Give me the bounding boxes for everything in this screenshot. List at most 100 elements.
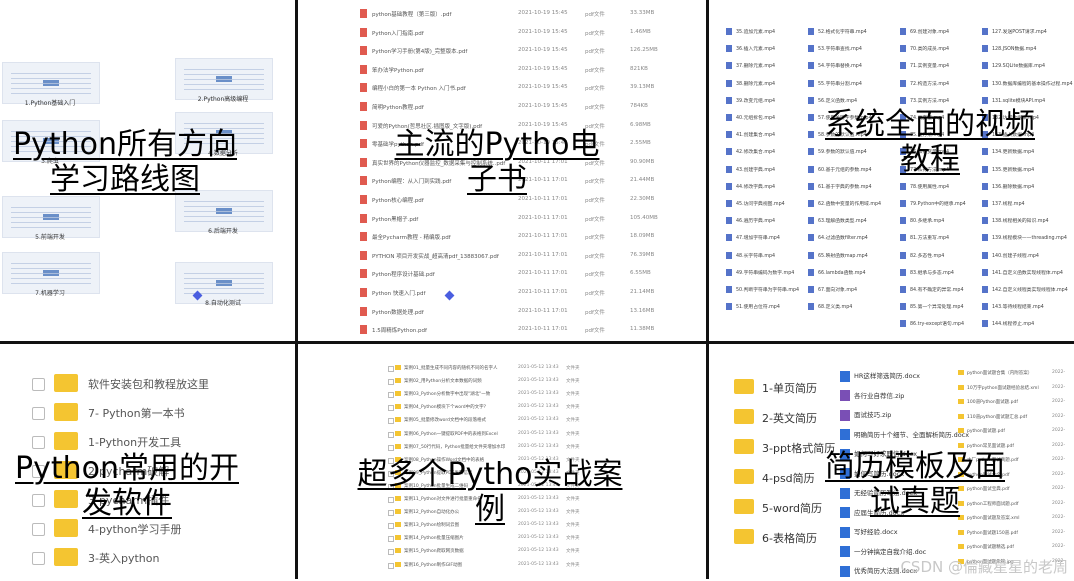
ebook-row[interactable]: 笨办法学Python.pdf 2021-10-19 15:45 pdf文件 821KB xyxy=(358,64,688,82)
video-file[interactable]: 142.自定义线程类实现线程体.mp4 xyxy=(982,286,1068,298)
ebook-row[interactable]: Python黑帽子.pdf 2021-10-11 17:01 pdf文件 105.40… xyxy=(358,213,688,231)
ebook-row[interactable]: python基础教程（第三版）.pdf 2021-10-19 15:45 pdf文件… xyxy=(358,8,688,26)
ebook-row[interactable]: Python学习手册(第4版)_完整版本.pdf 2021-10-19 15:45… xyxy=(358,45,688,63)
interview-file[interactable]: python面试题.pdf 2022- xyxy=(958,428,1070,440)
video-file[interactable]: 141.自定义函数实现线程体.mp4 xyxy=(982,268,1063,281)
video-file[interactable]: 53.字符串查找.mp4 xyxy=(808,45,862,57)
row-checkbox[interactable] xyxy=(388,379,394,386)
video-file[interactable]: 65.映射函数map.mp4 xyxy=(808,251,868,264)
video-file[interactable]: 72.构造方法.mp4 xyxy=(900,79,949,92)
interview-file[interactable]: 100道Python面试题.pdf 2022- xyxy=(958,399,1070,411)
video-file[interactable]: 128.JSON数据.mp4 xyxy=(982,45,1036,57)
video-file[interactable]: 138.线程相关的知识.mp4 xyxy=(982,217,1049,229)
video-file[interactable]: 85.第一个异常处理.mp4 xyxy=(900,303,964,315)
video-file[interactable]: 83.继承与多态.mp4 xyxy=(900,268,954,281)
video-file[interactable]: 144.线程停止.mp4 xyxy=(982,320,1034,332)
row-checkbox[interactable] xyxy=(32,436,45,449)
video-file[interactable]: 137.线程.mp4 xyxy=(982,200,1025,212)
video-file[interactable]: 79.Python中的继承.mp4 xyxy=(900,200,966,212)
case-folder-row[interactable]: 案例01_批量生成不同内容的随机不同的名字人 2021-05-12 13:43 文件… xyxy=(388,364,688,376)
video-file[interactable]: 48.长字符串.mp4 xyxy=(726,251,775,264)
resume-file[interactable]: 面试技巧.zip xyxy=(840,409,891,425)
video-file[interactable]: 40.元组拆包.mp4 xyxy=(726,114,775,126)
row-checkbox[interactable] xyxy=(388,536,394,543)
video-file[interactable]: 140.创建子线程.mp4 xyxy=(982,251,1039,264)
video-file[interactable]: 63.理解函数类型.mp4 xyxy=(808,217,867,229)
video-file[interactable]: 81.方法重写.mp4 xyxy=(900,234,949,246)
video-file[interactable]: 42.修改集合.mp4 xyxy=(726,148,775,160)
ebook-row[interactable]: Python入门指南.pdf 2021-10-19 15:45 pdf文件 1.46M… xyxy=(358,27,688,45)
case-folder-row[interactable]: 案例16_Python制作GIF动图 2021-05-12 13:43 文件夹 xyxy=(388,561,688,573)
interview-file[interactable]: 110道python面试题汇总.pdf 2022- xyxy=(958,413,1070,426)
case-folder-row[interactable]: 案例02_用Python分析文本数据的词频 2021-05-12 13:43 文件夹 xyxy=(388,377,688,389)
video-file[interactable]: 39.改变元组.mp4 xyxy=(726,96,775,109)
video-file[interactable]: 44.修改字典.mp4 xyxy=(726,182,775,195)
video-file[interactable]: 129.SQLite数据库.mp4 xyxy=(982,62,1045,74)
video-file[interactable]: 86.try-except语句.mp4 xyxy=(900,320,964,332)
row-checkbox[interactable] xyxy=(388,418,394,425)
video-file[interactable]: 62.函数中变量的作用域.mp4 xyxy=(808,200,881,212)
row-checkbox[interactable] xyxy=(388,392,394,399)
tool-folder-row[interactable]: 4-python学习手册 xyxy=(32,519,282,541)
row-checkbox[interactable] xyxy=(388,444,394,451)
video-file[interactable]: 46.遍历字典.mp4 xyxy=(726,217,775,229)
interview-file[interactable]: Python面试题150道.pdf 2022- xyxy=(958,529,1070,542)
video-file[interactable]: 35.追加元素.mp4 xyxy=(726,28,775,40)
row-checkbox[interactable] xyxy=(388,405,394,412)
ebook-row[interactable]: 编程小白的第一本 Python 入门书.pdf 2021-10-19 15:45 p… xyxy=(358,82,688,100)
case-folder-row[interactable]: 案例15_Python爬取网页数据 2021-05-12 13:43 文件夹 xyxy=(388,547,688,559)
interview-file[interactable]: 10万字python面试题经验总结.xml 2022- xyxy=(958,384,1070,397)
video-file[interactable]: 64.过滤函数filter.mp4 xyxy=(808,234,868,246)
video-file[interactable]: 37.删除元素.mp4 xyxy=(726,62,775,74)
video-file[interactable]: 49.字符串编码为数字.mp4 xyxy=(726,268,794,281)
row-checkbox[interactable] xyxy=(32,523,45,536)
row-checkbox[interactable] xyxy=(32,407,45,420)
video-file[interactable]: 54.字符串替换.mp4 xyxy=(808,62,862,74)
video-file[interactable]: 127.发送POST请求.mp4 xyxy=(982,28,1047,40)
video-file[interactable]: 143.等待线程结束.mp4 xyxy=(982,303,1044,315)
ebook-row[interactable]: 1.5周精炼Python.pdf 2021-10-11 17:01 pdf文件 11.… xyxy=(358,324,688,342)
video-file[interactable]: 68.定义类.mp4 xyxy=(808,303,852,315)
ebook-row[interactable]: 简明Python教程.pdf 2021-10-19 15:45 pdf文件 784KB xyxy=(358,101,688,119)
resume-folder[interactable]: 1-单页简历 xyxy=(734,376,834,400)
video-file[interactable]: 52.格式化字符串.mp4 xyxy=(808,28,867,40)
interview-file[interactable]: python面试题精选.pdf 2022- xyxy=(958,544,1070,556)
tool-folder-row[interactable]: 软件安装包和教程放这里 xyxy=(32,374,282,396)
video-file[interactable]: 47.增加字符串.mp4 xyxy=(726,234,780,246)
video-file[interactable]: 136.删除数据.mp4 xyxy=(982,182,1034,195)
video-file[interactable]: 66.lambda函数.mp4 xyxy=(808,268,866,281)
video-file[interactable]: 38.删除元素.mp4 xyxy=(726,79,775,92)
video-file[interactable]: 61.基于字典的参数.mp4 xyxy=(808,182,872,195)
case-folder-row[interactable]: 案例04_Python模块下个word中的文字? 2021-05-12 13:43… xyxy=(388,403,688,415)
case-folder-row[interactable]: 案例03_Python分析数字中出现"湖北"一致 2021-05-12 13:43… xyxy=(388,390,688,402)
ebook-row[interactable]: PYTHON 项目开发实战_超高清pdf_13883067.pdf 2021-10… xyxy=(358,250,688,268)
tool-folder-row[interactable]: 7- Python第一本书 xyxy=(32,403,282,425)
case-folder-row[interactable]: 案例07_50行代码，Python批量给文件夹增加水印 2021-05-12 13… xyxy=(388,443,688,455)
resume-file[interactable]: 明确简历十个细节、全面解析简历.docx xyxy=(840,429,969,445)
ebook-row[interactable]: Python数据处理.pdf 2021-10-11 17:01 pdf文件 13.16… xyxy=(358,306,688,324)
video-file[interactable]: 41.创建集合.mp4 xyxy=(726,131,775,143)
video-file[interactable]: 70.类的成员.mp4 xyxy=(900,45,949,57)
video-file[interactable]: 36.插入元素.mp4 xyxy=(726,45,775,57)
video-file[interactable]: 69.创建对象.mp4 xyxy=(900,28,949,40)
case-folder-row[interactable]: 案例05_批量修改word文档中的段落格式 2021-05-12 13:43 文件夹 xyxy=(388,416,688,428)
video-file[interactable]: 51.使用占位符.mp4 xyxy=(726,303,780,315)
video-file[interactable]: 78.使用属性.mp4 xyxy=(900,182,949,195)
video-file[interactable]: 67.面向对象.mp4 xyxy=(808,286,857,298)
row-checkbox[interactable] xyxy=(388,549,394,556)
video-file[interactable]: 139.线程模块——threading.mp4 xyxy=(982,234,1067,246)
video-file[interactable]: 84.有不确定的异常.mp4 xyxy=(900,286,964,298)
resume-folder[interactable]: 6-表格简历 xyxy=(734,526,834,550)
row-checkbox[interactable] xyxy=(388,366,394,372)
ebook-row[interactable]: Python程序设计基础.pdf 2021-10-11 17:01 pdf文件 6.5… xyxy=(358,268,688,286)
video-file[interactable]: 43.创建字典.mp4 xyxy=(726,165,775,178)
video-file[interactable]: 45.访问字典视图.mp4 xyxy=(726,200,785,212)
row-checkbox[interactable] xyxy=(388,431,394,438)
video-file[interactable]: 50.判断字符串为字符串.mp4 xyxy=(726,286,799,298)
resume-file[interactable]: HR这样筛选简历.docx xyxy=(840,370,920,386)
video-file[interactable]: 82.多态性.mp4 xyxy=(900,251,944,264)
video-file[interactable]: 71.实例变量.mp4 xyxy=(900,62,949,74)
resume-file[interactable]: 各行业自荐信.zip xyxy=(840,390,904,406)
tool-folder-row[interactable]: 3-英入python xyxy=(32,548,282,570)
video-file[interactable]: 55.字符串分割.mp4 xyxy=(808,79,862,92)
